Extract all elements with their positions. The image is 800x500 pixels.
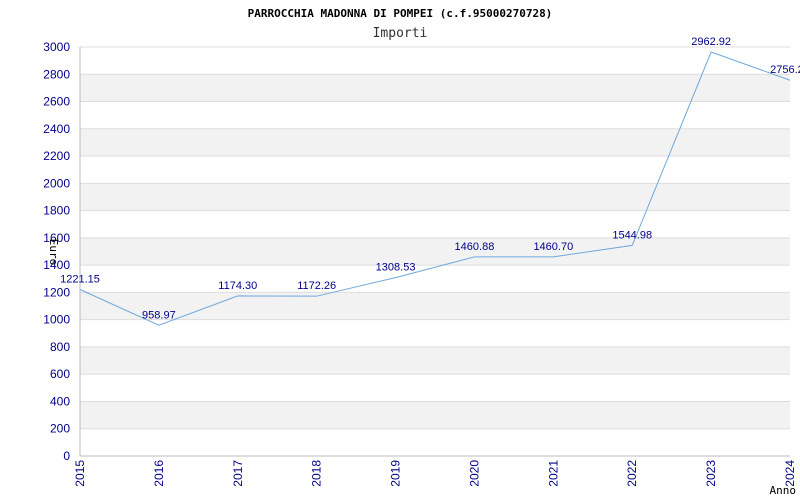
grid-band bbox=[80, 292, 790, 320]
data-label: 1221.15 bbox=[60, 274, 100, 286]
x-tick-label: 2020 bbox=[467, 460, 481, 487]
y-tick-label: 0 bbox=[63, 449, 70, 463]
data-label: 1460.88 bbox=[455, 241, 495, 253]
chart-title: PARROCCHIA MADONNA DI POMPEI (c.f.950002… bbox=[248, 7, 553, 20]
data-label: 1172.26 bbox=[297, 280, 336, 292]
y-tick-label: 1200 bbox=[43, 285, 70, 299]
y-tick-label: 2200 bbox=[43, 149, 70, 163]
y-tick-label: 400 bbox=[50, 394, 70, 408]
y-tick-label: 600 bbox=[50, 367, 70, 381]
x-axis-ticks: 2015 2016 2017 2018 2019 2020 2021 2022 2023 2024 bbox=[73, 460, 797, 487]
line-chart: 0200400600800100012001400160018002000220… bbox=[43, 7, 800, 497]
y-tick-label: 1000 bbox=[43, 313, 70, 327]
y-axis-label: Euro bbox=[47, 239, 60, 266]
y-tick-label: 3000 bbox=[43, 40, 70, 54]
data-label: 1544.98 bbox=[612, 229, 652, 241]
y-tick-label: 2000 bbox=[43, 176, 70, 190]
x-tick-label: 2023 bbox=[704, 460, 718, 487]
x-tick-label: 2021 bbox=[546, 460, 560, 487]
grid-band bbox=[80, 237, 790, 266]
data-label: 1308.53 bbox=[376, 262, 416, 274]
y-tick-label: 200 bbox=[50, 422, 70, 436]
grid-band bbox=[80, 128, 790, 157]
x-tick-label: 2016 bbox=[152, 460, 166, 487]
x-tick-label: 2018 bbox=[310, 460, 324, 487]
x-tick-label: 2022 bbox=[625, 460, 639, 487]
y-tick-label: 2600 bbox=[43, 95, 70, 109]
x-tick-label: 2024 bbox=[783, 460, 797, 487]
x-tick-label: 2017 bbox=[231, 460, 245, 487]
data-label: 1174.30 bbox=[218, 280, 257, 292]
data-label: 2756.20 bbox=[770, 64, 800, 76]
data-label: 1460.70 bbox=[533, 241, 573, 253]
data-label: 2962.92 bbox=[691, 36, 731, 48]
x-axis-label: Anno bbox=[770, 484, 797, 497]
y-tick-label: 2800 bbox=[43, 67, 70, 81]
data-label: 958.97 bbox=[142, 309, 176, 321]
grid-bands bbox=[80, 74, 790, 429]
y-tick-label: 2400 bbox=[43, 122, 70, 136]
grid-band bbox=[80, 401, 790, 429]
x-tick-label: 2015 bbox=[73, 460, 87, 487]
x-tick-label: 2019 bbox=[389, 460, 403, 487]
grid-band bbox=[80, 74, 790, 102]
grid-band bbox=[80, 183, 790, 211]
chart-subtitle: Importi bbox=[373, 26, 428, 41]
y-tick-label: 800 bbox=[50, 340, 70, 354]
y-tick-label: 1800 bbox=[43, 204, 70, 218]
grid-band bbox=[80, 346, 790, 375]
